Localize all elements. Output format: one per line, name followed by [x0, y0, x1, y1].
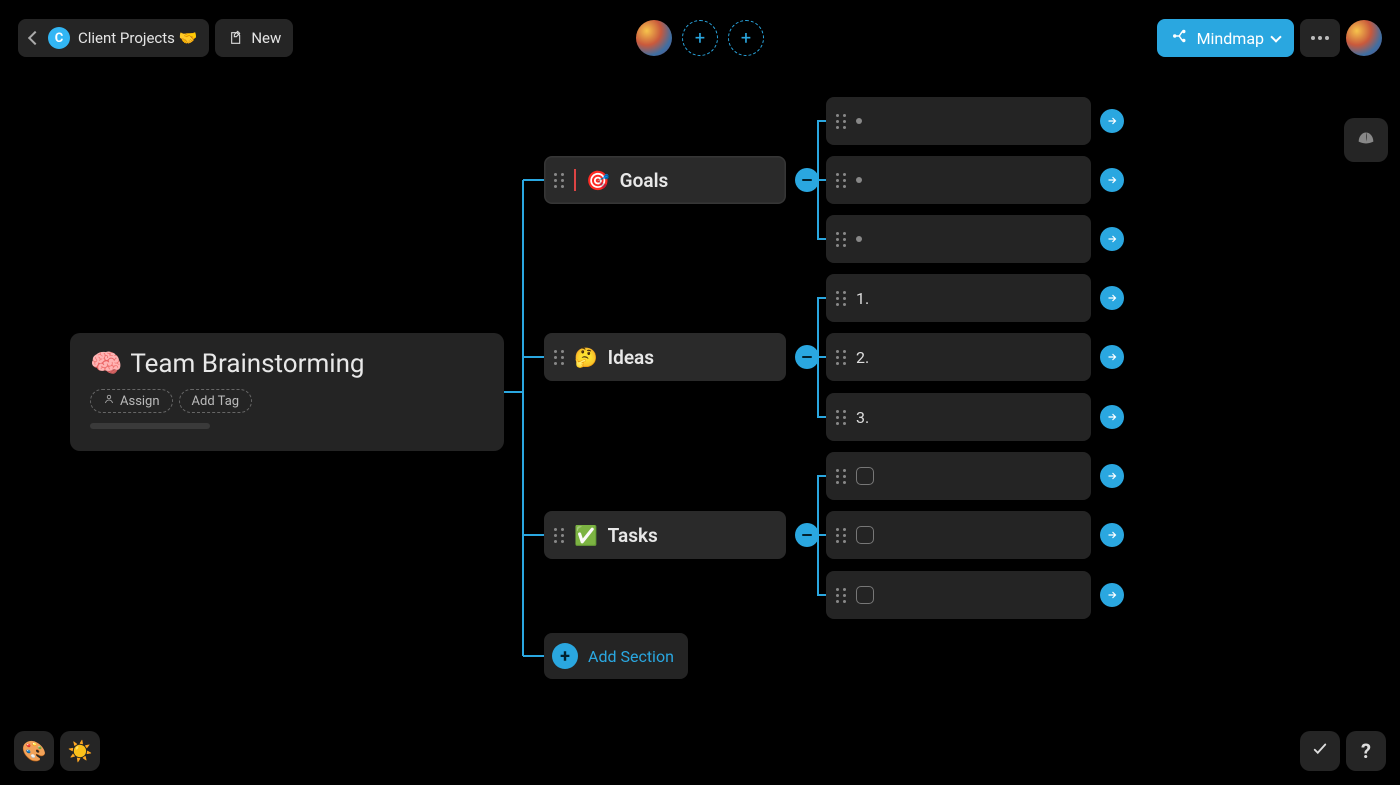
- assign-label: Assign: [120, 394, 160, 409]
- collapse-toggle[interactable]: [795, 523, 819, 547]
- checkbox[interactable]: [856, 586, 874, 604]
- drag-handle-icon[interactable]: [836, 527, 846, 543]
- leaf-node[interactable]: [826, 511, 1091, 559]
- drag-handle-icon[interactable]: [836, 587, 846, 603]
- root-title-text: Team Brainstorming: [130, 349, 364, 379]
- assign-pill[interactable]: Assign: [90, 389, 173, 413]
- bullet-icon: [856, 177, 862, 183]
- leaf-node[interactable]: [826, 571, 1091, 619]
- drag-handle-icon[interactable]: [836, 409, 846, 425]
- leaf-node[interactable]: 1.: [826, 274, 1091, 322]
- section-emoji: 🤔: [574, 346, 598, 369]
- expand-arrow-button[interactable]: [1100, 168, 1124, 192]
- expand-arrow-button[interactable]: [1100, 464, 1124, 488]
- leaf-node[interactable]: 2.: [826, 333, 1091, 381]
- drag-handle-icon[interactable]: [554, 527, 564, 543]
- expand-arrow-button[interactable]: [1100, 345, 1124, 369]
- drag-handle-icon[interactable]: [554, 172, 564, 188]
- section-emoji: 🎯: [586, 169, 610, 192]
- root-title: 🧠 Team Brainstorming: [90, 349, 484, 379]
- mindmap-canvas[interactable]: 🧠 Team Brainstorming Assign Add Tag 🎯 Go…: [0, 0, 1400, 785]
- number-marker: 3.: [856, 408, 869, 427]
- add-section-label: Add Section: [588, 647, 674, 666]
- collapse-toggle[interactable]: [795, 345, 819, 369]
- bullet-icon: [856, 118, 862, 124]
- plus-icon: +: [552, 643, 578, 669]
- expand-arrow-button[interactable]: [1100, 583, 1124, 607]
- drag-handle-icon[interactable]: [836, 290, 846, 306]
- drag-handle-icon[interactable]: [836, 231, 846, 247]
- section-tasks[interactable]: ✅ Tasks: [544, 511, 786, 559]
- drag-handle-icon[interactable]: [836, 349, 846, 365]
- section-goals[interactable]: 🎯 Goals: [544, 156, 786, 204]
- expand-arrow-button[interactable]: [1100, 405, 1124, 429]
- add-section-button[interactable]: + Add Section: [544, 633, 688, 679]
- number-marker: 2.: [856, 348, 869, 367]
- drag-handle-icon[interactable]: [554, 349, 564, 365]
- section-emoji: ✅: [574, 524, 598, 547]
- progress-bar: [90, 423, 210, 429]
- drag-handle-icon[interactable]: [836, 172, 846, 188]
- bullet-icon: [856, 236, 862, 242]
- section-title: Goals: [620, 169, 669, 192]
- leaf-node[interactable]: 3.: [826, 393, 1091, 441]
- checkbox[interactable]: [856, 467, 874, 485]
- root-node[interactable]: 🧠 Team Brainstorming Assign Add Tag: [70, 333, 504, 451]
- expand-arrow-button[interactable]: [1100, 523, 1124, 547]
- expand-arrow-button[interactable]: [1100, 286, 1124, 310]
- text-cursor: [574, 169, 576, 191]
- collapse-toggle[interactable]: [795, 168, 819, 192]
- add-tag-label: Add Tag: [192, 394, 240, 409]
- leaf-node[interactable]: [826, 156, 1091, 204]
- drag-handle-icon[interactable]: [836, 113, 846, 129]
- leaf-node[interactable]: [826, 452, 1091, 500]
- drag-handle-icon[interactable]: [836, 468, 846, 484]
- leaf-node[interactable]: [826, 97, 1091, 145]
- person-icon: [103, 393, 115, 409]
- section-title: Tasks: [608, 524, 658, 547]
- section-ideas[interactable]: 🤔 Ideas: [544, 333, 786, 381]
- leaf-node[interactable]: [826, 215, 1091, 263]
- section-title: Ideas: [608, 346, 654, 369]
- checkbox[interactable]: [856, 526, 874, 544]
- root-emoji: 🧠: [90, 349, 122, 379]
- expand-arrow-button[interactable]: [1100, 109, 1124, 133]
- add-tag-pill[interactable]: Add Tag: [179, 389, 253, 413]
- root-meta-row: Assign Add Tag: [90, 389, 484, 413]
- expand-arrow-button[interactable]: [1100, 227, 1124, 251]
- number-marker: 1.: [856, 289, 869, 308]
